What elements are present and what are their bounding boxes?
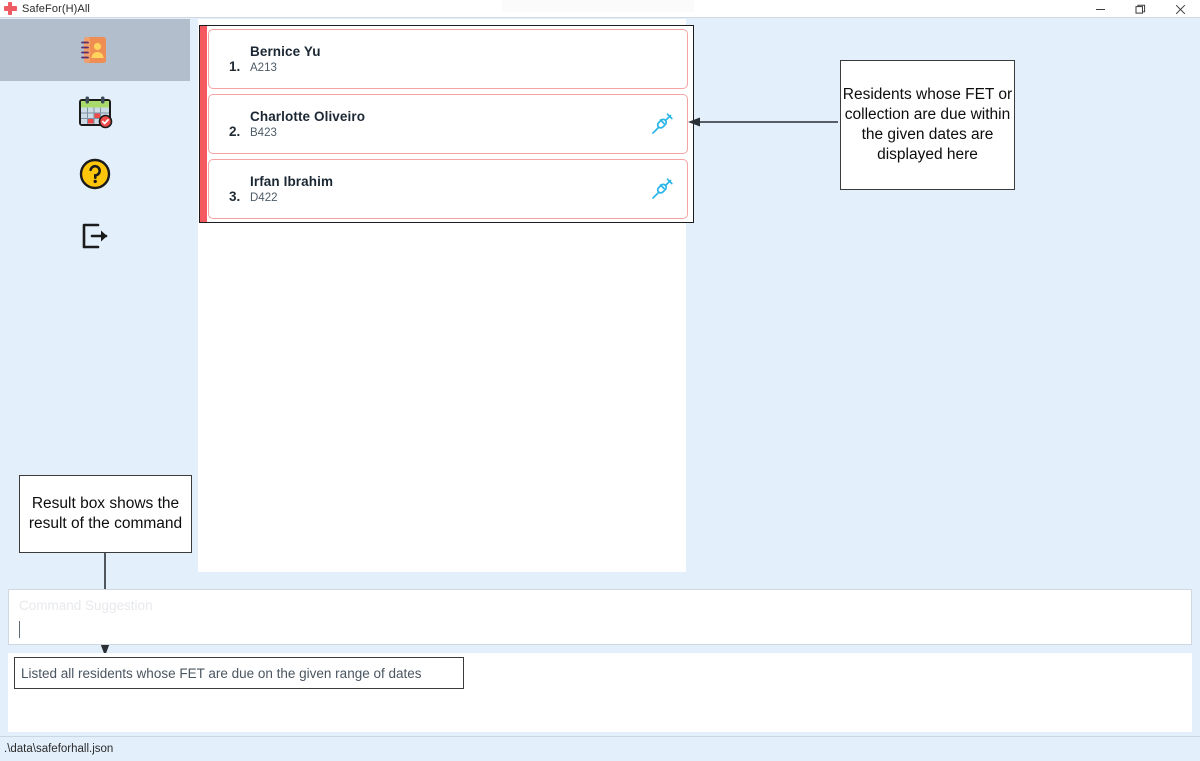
status-bar: .\data\safeforhall.json [0, 736, 1200, 761]
command-text-caret [19, 621, 20, 638]
resident-list-frame: 1. Bernice Yu A213 2. Charlotte Oliveiro… [199, 25, 694, 223]
sidebar-item-residents[interactable] [0, 19, 190, 81]
command-suggestion-label: Command Suggestion [19, 598, 153, 613]
address-book-icon [81, 37, 106, 63]
list-item-index: 1. [229, 59, 241, 74]
calendar-check-icon [79, 96, 113, 129]
close-icon[interactable] [1160, 0, 1200, 18]
title-bar-highlight [502, 0, 694, 12]
result-display-box: Listed all residents whose FET are due o… [14, 657, 464, 689]
resident-list: 1. Bernice Yu A213 2. Charlotte Oliveiro… [205, 28, 691, 221]
exit-icon [82, 223, 108, 249]
maximize-icon[interactable] [1120, 0, 1160, 18]
list-item[interactable]: 1. Bernice Yu A213 [208, 29, 688, 89]
window-title: SafeFor(H)All [22, 2, 90, 15]
list-item-index: 2. [229, 124, 241, 139]
list-item-room: D422 [250, 191, 278, 204]
red-cross-icon [3, 2, 17, 16]
list-item-name: Bernice Yu [250, 43, 321, 59]
help-circle-icon [79, 158, 111, 190]
window-controls [1080, 0, 1200, 18]
annotation-result-box: Result box shows the result of the comma… [19, 475, 192, 553]
command-input-box[interactable]: Command Suggestion [8, 589, 1192, 645]
minimize-icon[interactable] [1080, 0, 1120, 18]
status-file-path: .\data\safeforhall.json [4, 743, 114, 755]
list-item-name: Charlotte Oliveiro [250, 108, 366, 124]
sidebar-item-help[interactable] [0, 143, 190, 205]
syringe-icon[interactable] [649, 176, 675, 202]
title-bar: SafeFor(H)All [0, 0, 1200, 18]
sidebar-item-events[interactable] [0, 81, 190, 143]
annotation-resident-list: Residents whose FET or collection are du… [840, 60, 1015, 190]
syringe-icon[interactable] [649, 111, 675, 137]
app-window: SafeFor(H)All 1. Bernice Yu A213 2. Char… [0, 0, 1200, 761]
list-item[interactable]: 2. Charlotte Oliveiro B423 [208, 94, 688, 154]
list-item[interactable]: 3. Irfan Ibrahim D422 [208, 159, 688, 219]
result-text: Listed all residents whose FET are due o… [21, 665, 422, 681]
list-item-room: B423 [250, 126, 277, 139]
list-item-name: Irfan Ibrahim [250, 173, 334, 189]
list-item-index: 3. [229, 189, 241, 204]
list-item-room: A213 [250, 61, 277, 74]
sidebar-item-exit[interactable] [0, 205, 190, 267]
